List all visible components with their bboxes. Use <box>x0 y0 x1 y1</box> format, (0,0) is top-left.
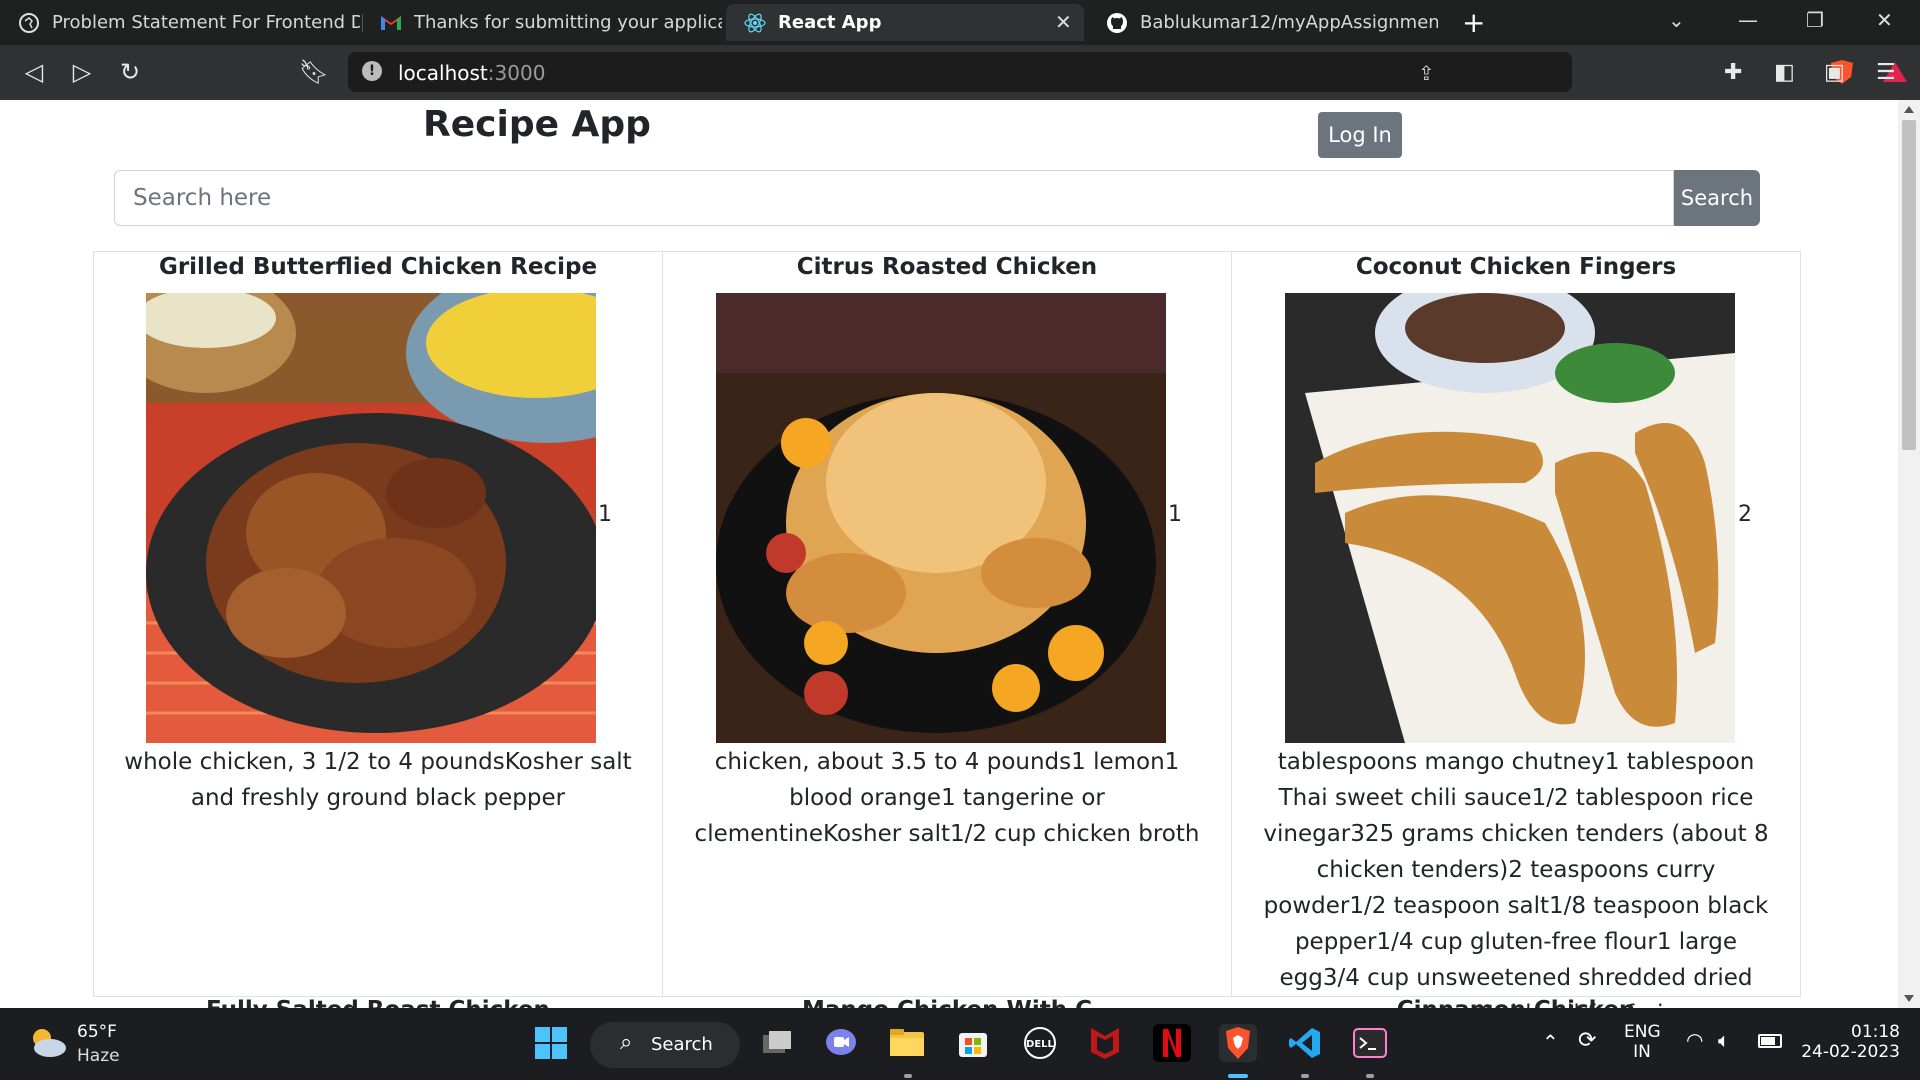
url-port: :3000 <box>487 61 546 85</box>
recipe-card: Grilled Butterflied Chicken Recipe 1 who… <box>93 252 663 997</box>
recipe-card: Citrus Roasted Chicken 1 chicken, about … <box>662 252 1232 997</box>
recipe-number: 1 <box>1168 502 1182 527</box>
recipe-title: Citrus Roasted Chicken <box>796 254 1098 280</box>
recipe-ingredients: whole chicken, 3 1/2 to 4 poundsKosher s… <box>124 749 632 811</box>
terminal-icon[interactable] <box>1351 1024 1389 1062</box>
scroll-up-icon[interactable] <box>1904 106 1914 113</box>
netflix-icon[interactable] <box>1153 1024 1191 1062</box>
browser-toolbar: ◁ ▷ ↻ 🔖︎ ! localhost:3000 ⇪ ✚ ◧ ▣ ☰ <box>0 45 1920 100</box>
tab-title: Bablukumar12/myAppAssignment <box>1140 12 1438 33</box>
region-code: IN <box>1633 1042 1651 1062</box>
weather-condition: Haze <box>77 1046 120 1066</box>
share-icon[interactable]: ⇪ <box>1418 61 1435 85</box>
clock-date: 24-02-2023 <box>1801 1042 1900 1062</box>
sync-icon[interactable]: ⟳ <box>1578 1028 1596 1053</box>
github-icon <box>1106 12 1128 34</box>
search-button[interactable]: Search <box>1674 170 1760 226</box>
volume-icon[interactable]: 🔈︎ <box>1718 1028 1730 1052</box>
forward-icon[interactable]: ▷ <box>68 58 96 86</box>
task-view-icon[interactable] <box>758 1024 796 1062</box>
search-icon: ⌕ <box>620 1030 633 1055</box>
reload-icon[interactable]: ↻ <box>116 58 144 86</box>
url-text: localhost:3000 <box>398 61 545 85</box>
svg-text:DELL: DELL <box>1026 1039 1055 1050</box>
recipe-title-partial: Cinnamon Chicken <box>1231 997 1801 1008</box>
mcafee-icon[interactable] <box>1086 1024 1124 1062</box>
start-icon[interactable] <box>532 1024 570 1062</box>
tab-search-chevron-icon[interactable]: ⌄ <box>1668 8 1685 32</box>
address-bar[interactable]: ! localhost:3000 ⇪ <box>348 52 1907 92</box>
globe-icon <box>18 12 40 34</box>
site-info-icon[interactable]: ! <box>362 61 382 81</box>
bookmark-icon[interactable]: 🔖︎ <box>299 58 329 86</box>
recipe-number: 2 <box>1738 502 1752 527</box>
recipe-title-partial: Mango Chicken With C <box>662 997 1232 1008</box>
running-indicator <box>1301 1074 1309 1078</box>
tray-chevron-icon[interactable]: ⌃ <box>1542 1030 1559 1054</box>
tab-title: Problem Statement For Frontend Deve <box>52 12 360 33</box>
file-explorer-icon[interactable] <box>888 1024 926 1062</box>
recipe-grid: Grilled Butterflied Chicken Recipe 1 who… <box>93 251 1801 1008</box>
scroll-thumb[interactable] <box>1902 120 1916 450</box>
wallet-icon[interactable]: ▣ <box>1824 60 1845 85</box>
scroll-down-icon[interactable] <box>1904 995 1914 1002</box>
menu-icon[interactable]: ☰ <box>1876 60 1896 85</box>
recipe-title-partial: Fully Salted Roast Chicken <box>93 997 663 1008</box>
tab-title: Thanks for submitting your application <box>414 12 722 33</box>
restore-icon[interactable]: ❐ <box>1806 8 1824 32</box>
recipe-image <box>146 293 596 743</box>
microsoft-store-icon[interactable] <box>954 1024 992 1062</box>
recipe-ingredients: chicken, about 3.5 to 4 pounds1 lemon1 b… <box>694 749 1200 847</box>
login-button[interactable]: Log In <box>1318 112 1402 158</box>
recipe-number: 1 <box>598 502 612 527</box>
taskbar-search-label: Search <box>651 1034 713 1055</box>
back-icon[interactable]: ◁ <box>20 58 48 86</box>
teams-chat-icon[interactable] <box>822 1024 860 1062</box>
clock-time: 01:18 <box>1851 1022 1900 1042</box>
tab-github[interactable]: Bablukumar12/myAppAssignment <box>1088 4 1438 41</box>
language-code: ENG <box>1624 1022 1661 1042</box>
recipe-title: Grilled Butterflied Chicken Recipe <box>158 254 598 280</box>
clock[interactable]: 01:18 24-02-2023 <box>1800 1022 1900 1062</box>
tab-title: React App <box>778 12 882 33</box>
sidebar-icon[interactable]: ◧ <box>1774 60 1795 85</box>
new-tab-icon[interactable]: + <box>1462 6 1485 39</box>
running-indicator <box>904 1074 912 1078</box>
search-input[interactable] <box>114 170 1674 226</box>
recipe-ingredients: tablespoons mango chutney1 tablespoon Th… <box>1263 749 1769 1008</box>
gmail-icon <box>380 12 402 34</box>
tab-problem-statement[interactable]: Problem Statement For Frontend Deve <box>0 4 360 41</box>
url-host: localhost <box>398 61 488 85</box>
extensions-icon[interactable]: ✚ <box>1724 60 1742 85</box>
page-title: Recipe App <box>423 104 651 145</box>
weather-temp: 65°F <box>77 1022 117 1042</box>
battery-icon[interactable] <box>1758 1034 1782 1048</box>
wifi-icon[interactable]: ◠ <box>1686 1028 1703 1052</box>
close-tab-icon[interactable]: ✕ <box>1055 10 1072 34</box>
browser-tab-bar: Problem Statement For Frontend Deve Than… <box>0 0 1920 45</box>
minimize-icon[interactable]: — <box>1738 8 1758 32</box>
taskbar: 65°F Haze ⌕ Search DELL ⌃ ⟳ ENG IN ◠ 🔈︎ … <box>0 1008 1920 1080</box>
taskbar-search[interactable]: ⌕ Search <box>590 1022 740 1068</box>
input-language[interactable]: ENG IN <box>1624 1022 1661 1062</box>
active-indicator <box>1228 1074 1248 1078</box>
recipe-image <box>1285 293 1735 743</box>
close-window-icon[interactable]: ✕ <box>1876 8 1893 32</box>
weather-icon[interactable] <box>28 1026 66 1057</box>
react-icon <box>744 12 766 34</box>
vscode-icon[interactable] <box>1286 1024 1324 1062</box>
tab-react-app[interactable]: React App <box>726 4 1084 41</box>
dell-icon[interactable]: DELL <box>1021 1024 1059 1062</box>
tab-gmail[interactable]: Thanks for submitting your application <box>362 4 722 41</box>
page-scrollbar[interactable] <box>1898 100 1920 1008</box>
running-indicator <box>1366 1074 1374 1078</box>
recipe-image <box>716 293 1166 743</box>
recipe-title: Coconut Chicken Fingers <box>1355 254 1677 280</box>
brave-browser-icon[interactable] <box>1219 1024 1257 1062</box>
page-viewport: Recipe App Log In Search Grilled Butterf… <box>0 100 1898 1008</box>
recipe-card: Coconut Chicken Fingers 2 tablespoons ma… <box>1231 252 1801 1008</box>
